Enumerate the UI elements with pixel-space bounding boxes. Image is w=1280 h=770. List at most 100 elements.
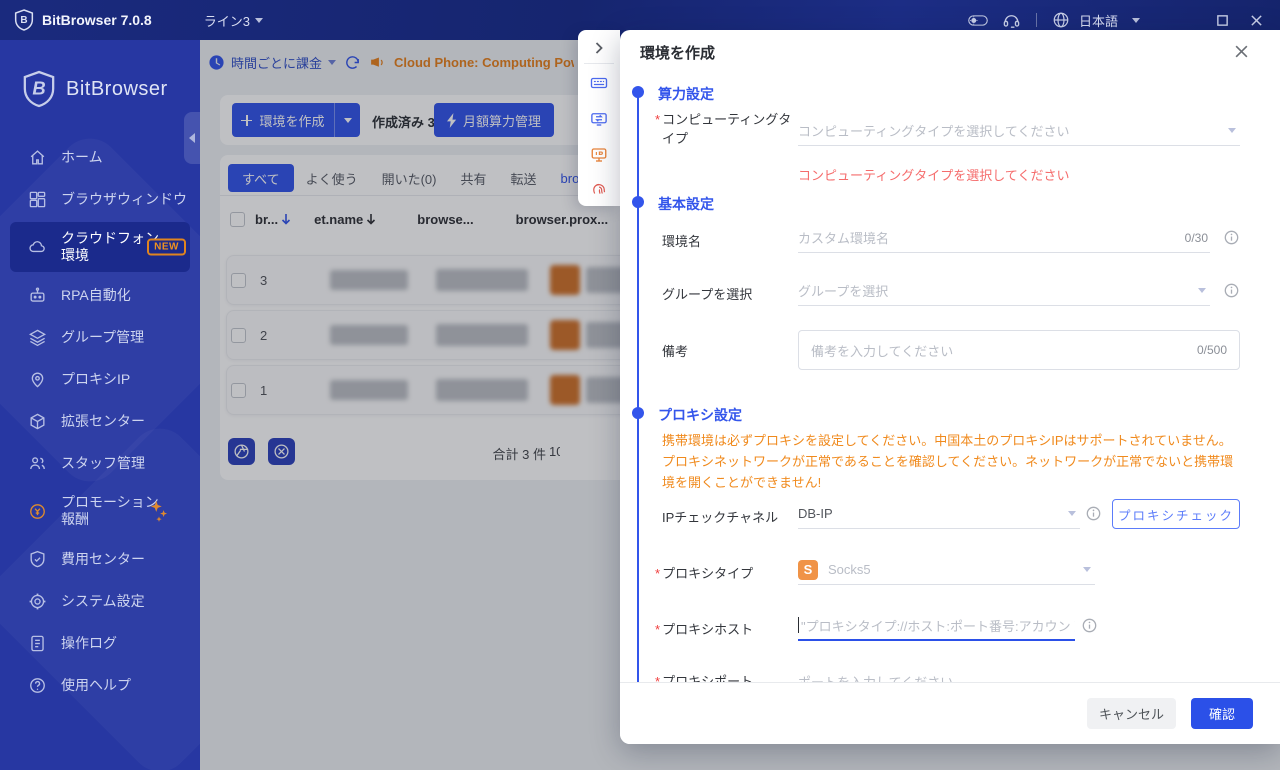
sidebar-item-proxy-ip[interactable]: プロキシIP bbox=[0, 358, 200, 400]
input-placeholder: "プロキシタイプ://ホスト:ポート番号:アカウント: bbox=[801, 616, 1075, 635]
sidebar-item-label: システム設定 bbox=[61, 593, 145, 610]
ip-check-select[interactable]: DB-IP bbox=[798, 499, 1080, 529]
sidebar-item-label: 使用ヘルプ bbox=[61, 677, 131, 694]
fingerprint-icon[interactable] bbox=[590, 180, 608, 198]
sidebar-item-label: 拡張センター bbox=[61, 413, 145, 430]
home-icon bbox=[28, 148, 47, 167]
info-icon[interactable] bbox=[1224, 230, 1239, 245]
sidebar-item-label: ホーム bbox=[61, 149, 103, 166]
timeline-line bbox=[637, 96, 639, 682]
line-selector[interactable]: ライン3 bbox=[204, 11, 263, 30]
select-value: DB-IP bbox=[798, 506, 833, 521]
sparkles-icon bbox=[148, 499, 170, 523]
window-grid-icon bbox=[28, 190, 47, 209]
sidebar-item-label: グループ管理 bbox=[61, 329, 144, 346]
sidebar-item-label: プロモーション報酬 bbox=[61, 494, 159, 528]
sidebar-item-browser-window[interactable]: ブラウザウィンドウ bbox=[0, 178, 200, 220]
sidebar-item-label: RPA自動化 bbox=[61, 287, 131, 304]
titlebar-divider bbox=[1036, 13, 1037, 27]
required-mark: * bbox=[655, 566, 660, 581]
support-headset-icon[interactable] bbox=[1002, 10, 1022, 30]
confirm-button[interactable]: 確認 bbox=[1191, 698, 1253, 729]
map-pin-icon bbox=[28, 370, 47, 389]
chevron-down-icon bbox=[1068, 511, 1076, 516]
env-name-input[interactable]: カスタム環境名 0/30 bbox=[798, 223, 1210, 253]
label-text: プロキシポート bbox=[662, 674, 753, 682]
sidebar-item-cost-center[interactable]: 費用センター bbox=[0, 538, 200, 580]
brand: B BitBrowser bbox=[22, 70, 168, 108]
sidebar-item-extension-center[interactable]: 拡張センター bbox=[0, 400, 200, 442]
select-value: Socks5 bbox=[828, 562, 871, 577]
computing-type-select[interactable]: コンピューティングタイプを選択してください bbox=[798, 116, 1240, 146]
new-badge: NEW bbox=[147, 239, 186, 256]
info-icon[interactable] bbox=[1086, 506, 1101, 521]
svg-text:B: B bbox=[32, 78, 45, 99]
sidebar-item-cloud-phone[interactable]: クラウドフォン環境 NEW bbox=[0, 220, 200, 274]
sidebar-item-label: スタッフ管理 bbox=[61, 455, 145, 472]
close-window-button[interactable] bbox=[1246, 10, 1266, 30]
proxy-type-label: *プロキシタイプ bbox=[662, 564, 792, 583]
info-icon[interactable] bbox=[1224, 283, 1239, 298]
transfer-monitor-icon[interactable] bbox=[590, 110, 608, 128]
chevron-down-icon bbox=[1198, 288, 1206, 293]
proxy-host-input[interactable]: "プロキシタイプ://ホスト:ポート番号:アカウント: bbox=[798, 611, 1075, 641]
toolbar-divider bbox=[584, 63, 614, 64]
group-select[interactable]: グループを選択 bbox=[798, 276, 1210, 306]
sidebar-collapse-handle[interactable] bbox=[184, 112, 200, 164]
brand-shield-icon: B bbox=[14, 9, 34, 31]
proxy-type-select[interactable]: S Socks5 bbox=[798, 555, 1095, 585]
users-icon bbox=[28, 454, 47, 473]
chevron-down-icon bbox=[1083, 567, 1091, 572]
modal-title: 環境を作成 bbox=[640, 42, 715, 63]
proxy-check-button[interactable]: プロキシチェック bbox=[1112, 499, 1240, 529]
label-line1: プロモーション bbox=[61, 494, 159, 510]
computing-type-error: コンピューティングタイプを選択してください bbox=[798, 165, 1069, 184]
info-icon[interactable] bbox=[1082, 618, 1097, 633]
sidebar-item-help[interactable]: 使用ヘルプ bbox=[0, 664, 200, 706]
socks5-badge-icon: S bbox=[798, 560, 818, 580]
cube-icon bbox=[28, 412, 47, 431]
timeline-dot bbox=[632, 196, 644, 208]
sidebar-item-group-management[interactable]: グループ管理 bbox=[0, 316, 200, 358]
sidebar-item-label: 操作ログ bbox=[61, 635, 117, 652]
theme-toggle-icon[interactable] bbox=[968, 10, 988, 30]
sidebar: B BitBrowser ホーム ブラウザウィンドウ クラウドフォン環境 NEW bbox=[0, 40, 200, 770]
document-icon bbox=[28, 634, 47, 653]
sidebar-item-label: 費用センター bbox=[61, 551, 145, 568]
label-text: プロキシタイプ bbox=[662, 566, 753, 581]
brand-initial: B bbox=[20, 15, 27, 26]
create-environment-modal: 環境を作成 算力設定 *コンピューティングタイプ コンピューティングタイプを選択… bbox=[620, 30, 1280, 744]
sidebar-item-promotion[interactable]: プロモーション報酬 bbox=[0, 484, 200, 538]
gear-icon bbox=[28, 592, 47, 611]
sidebar-item-staff-management[interactable]: スタッフ管理 bbox=[0, 442, 200, 484]
sidebar-item-rpa[interactable]: RPA自動化 bbox=[0, 274, 200, 316]
remark-textarea[interactable]: 備考を入力してください 0/500 bbox=[798, 330, 1240, 370]
sidebar-item-home[interactable]: ホーム bbox=[0, 136, 200, 178]
question-circle-icon bbox=[28, 676, 47, 695]
collapse-drawer-chevron[interactable] bbox=[578, 38, 620, 58]
sidebar-item-system-settings[interactable]: システム設定 bbox=[0, 580, 200, 622]
proxy-port-input[interactable]: ポートを入力してください bbox=[798, 666, 1075, 682]
cancel-button[interactable]: キャンセル bbox=[1087, 698, 1176, 729]
keyboard-icon[interactable] bbox=[590, 74, 608, 92]
close-modal-button[interactable] bbox=[1234, 42, 1252, 60]
quick-toolbar bbox=[578, 30, 620, 206]
required-mark: * bbox=[655, 112, 660, 127]
section-title-basic: 基本設定 bbox=[658, 194, 714, 214]
textarea-placeholder: 備考を入力してください bbox=[811, 341, 953, 360]
language-selector[interactable]: 日本語 bbox=[1079, 11, 1118, 30]
app-title: BitBrowser 7.0.8 bbox=[42, 12, 152, 28]
globe-icon bbox=[1051, 10, 1071, 30]
maximize-button[interactable] bbox=[1212, 10, 1232, 30]
label-line2: 報酬 bbox=[61, 511, 89, 527]
section-title-computing: 算力設定 bbox=[658, 84, 714, 104]
computing-type-label: *コンピューティングタイプ bbox=[662, 110, 792, 148]
remark-label: 備考 bbox=[662, 342, 792, 361]
promotion-reward-icon bbox=[28, 502, 47, 521]
sidebar-item-operation-log[interactable]: 操作ログ bbox=[0, 622, 200, 664]
cloud-phone-icon bbox=[28, 238, 47, 257]
modal-body: 環境を作成 算力設定 *コンピューティングタイプ コンピューティングタイプを選択… bbox=[620, 30, 1280, 682]
required-mark: * bbox=[655, 674, 660, 682]
ip-check-icon[interactable] bbox=[590, 146, 608, 164]
sidebar-item-label: クラウドフォン環境 bbox=[61, 230, 159, 264]
